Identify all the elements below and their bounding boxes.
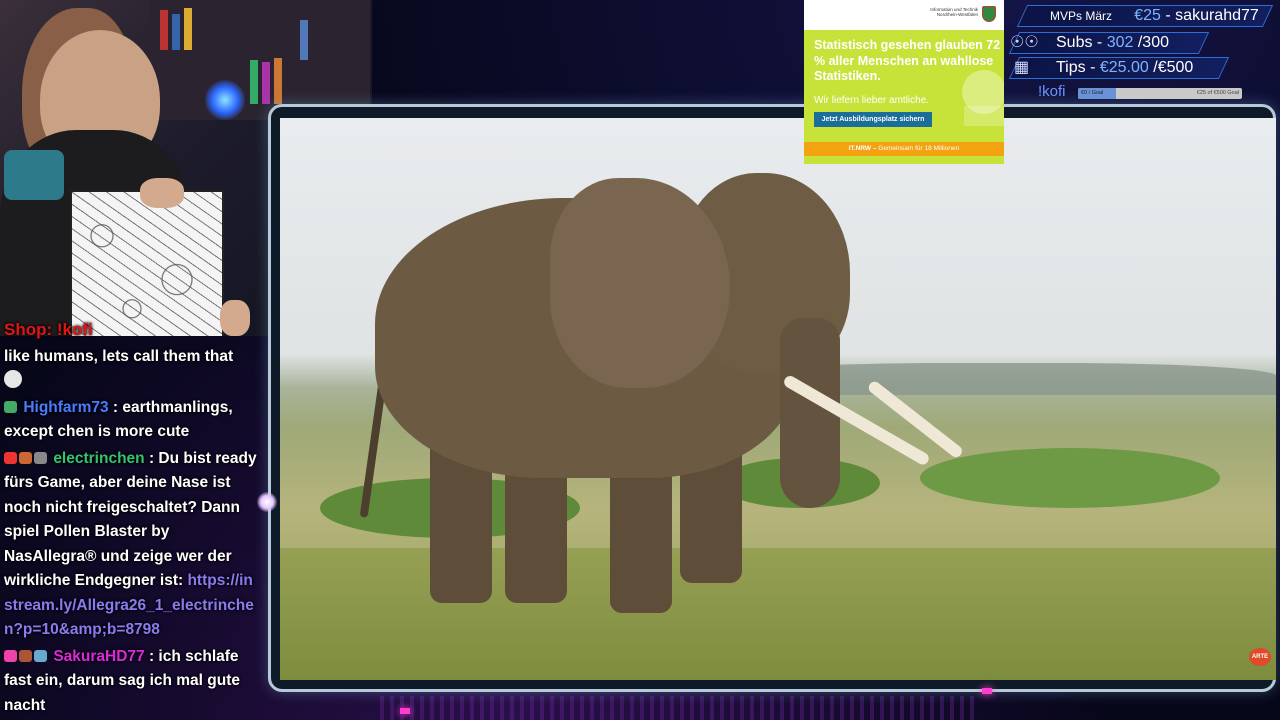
coins-icon: ▦ bbox=[1014, 59, 1030, 76]
ad-footer-brand: IT.NRW – bbox=[848, 145, 877, 152]
subs-current: 302 bbox=[1106, 34, 1134, 51]
accent-light bbox=[982, 688, 992, 694]
kofi-goal-bar: €0 / Goal €25 of €500 Goal bbox=[1078, 88, 1242, 99]
book bbox=[160, 10, 168, 50]
bush bbox=[920, 448, 1220, 508]
ad-cta-button[interactable]: Jetzt Ausbildungsplatz sichern bbox=[814, 112, 932, 127]
arte-logo: ARTE bbox=[1249, 648, 1271, 666]
book bbox=[250, 60, 258, 104]
mvps-stat: MVPs März €25 - sakurahd77 bbox=[1050, 5, 1259, 27]
kofi-label: !kofi bbox=[1038, 83, 1066, 100]
ad-subline: Wir liefern lieber amtliche. bbox=[814, 95, 930, 106]
chat-panel: Shop: !kofi like humans, lets call them … bbox=[0, 318, 262, 720]
subs-goal: /300 bbox=[1137, 34, 1169, 51]
streamer-shirt bbox=[4, 150, 64, 200]
bookshelf bbox=[150, 0, 370, 120]
face-emote-icon bbox=[4, 370, 22, 388]
lightbulb-base bbox=[964, 106, 1004, 126]
tips-stat: Tips - €25.00 /€500 bbox=[1056, 57, 1193, 79]
book bbox=[184, 8, 192, 50]
chat-username[interactable]: SakuraHD77 bbox=[53, 648, 144, 665]
tips-current: €25.00 bbox=[1099, 59, 1149, 76]
book bbox=[300, 20, 308, 60]
users-icon: ☉☉ bbox=[1010, 34, 1039, 51]
subs-stat: Subs - 302 /300 bbox=[1056, 32, 1169, 54]
accent-light bbox=[400, 708, 410, 714]
book bbox=[274, 58, 282, 104]
badge-icon bbox=[19, 649, 32, 662]
chat-message: like humans, lets call them that bbox=[4, 345, 258, 394]
chat-username[interactable]: electrinchen bbox=[53, 450, 144, 467]
mvps-user: - sakurahd77 bbox=[1165, 7, 1259, 24]
chat-message: electrinchen : Du bist ready fürs Game, … bbox=[4, 447, 258, 643]
crest-icon bbox=[982, 6, 996, 22]
tips-label: Tips - bbox=[1056, 59, 1096, 76]
badge-icon bbox=[34, 649, 47, 662]
badge-icon bbox=[19, 451, 32, 464]
tips-goal: /€500 bbox=[1153, 59, 1194, 76]
mvps-label: MVPs März bbox=[1050, 9, 1113, 23]
mvps-value: €25 bbox=[1134, 7, 1161, 24]
ad-footer: IT.NRW – Gemeinsam für 18 Millionen bbox=[804, 142, 1004, 156]
video-badge-icon bbox=[4, 451, 17, 464]
chat-username[interactable]: Highfarm73 bbox=[23, 399, 108, 416]
chat-message: Highfarm73 : earthmanlings, except chen … bbox=[4, 396, 258, 445]
ad-footer-text: Gemeinsam für 18 Millionen bbox=[878, 145, 960, 152]
glow-orb bbox=[257, 492, 277, 512]
doodle-drawing bbox=[70, 190, 224, 336]
shop-command: Shop: !kofi bbox=[4, 320, 93, 339]
ad-logo-text: Information und Technik Nordrhein-Westfa… bbox=[930, 7, 978, 17]
ad-headline: Statistisch gesehen glauben 72 % aller M… bbox=[814, 38, 1001, 83]
video-player[interactable] bbox=[280, 118, 1276, 680]
chat-message: SakuraHD77 : ich schlafe fast ein, darum… bbox=[4, 645, 258, 719]
kofi-goal-right-text: €25 of €500 Goal bbox=[1196, 90, 1239, 96]
ad-banner[interactable]: Information und Technik Nordrhein-Westfa… bbox=[804, 0, 1004, 164]
kofi-goal-left-text: €0 / Goal bbox=[1081, 90, 1104, 96]
badge-icon bbox=[4, 400, 17, 413]
heart-badge-icon bbox=[4, 649, 17, 662]
subs-label: Subs - bbox=[1056, 34, 1103, 51]
book bbox=[262, 62, 270, 104]
audio-visualizer bbox=[380, 696, 980, 720]
chat-message-text: like humans, lets call them that bbox=[4, 347, 234, 365]
book bbox=[172, 14, 180, 50]
badge-icon bbox=[34, 451, 47, 464]
blue-light bbox=[205, 80, 245, 120]
hand bbox=[140, 178, 184, 208]
ad-header: Information und Technik Nordrhein-Westfa… bbox=[804, 0, 1004, 30]
